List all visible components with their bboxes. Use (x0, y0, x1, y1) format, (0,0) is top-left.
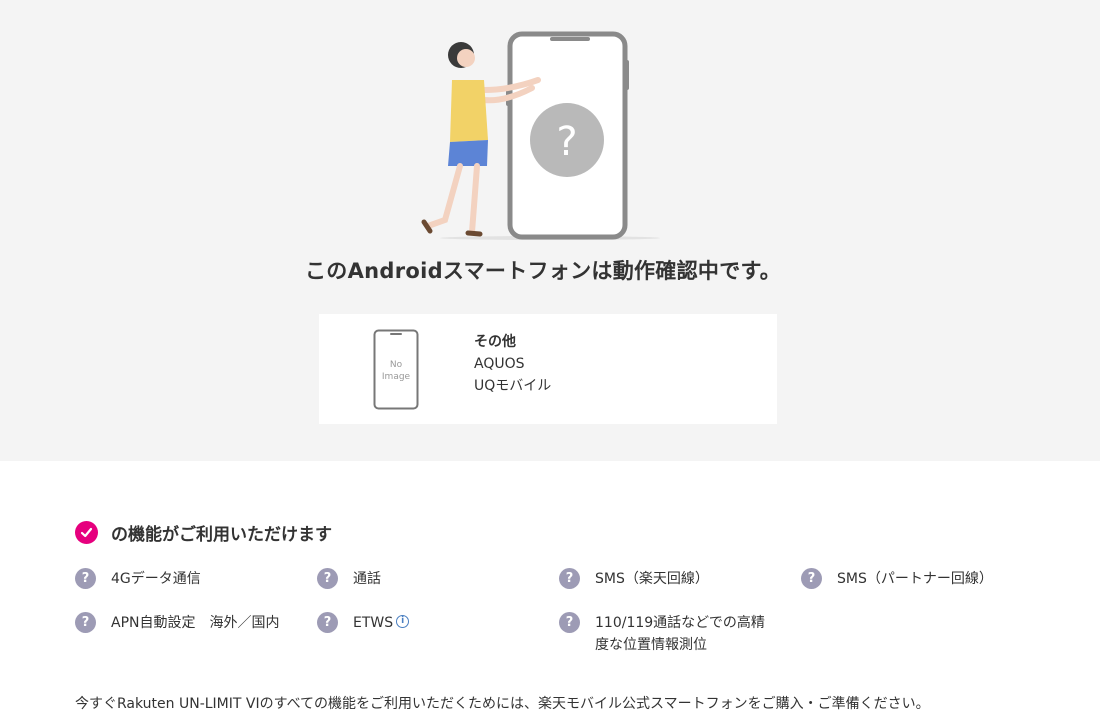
feature-sms-rakuten: ? SMS（楽天回線） (559, 568, 709, 590)
feature-label-line2: 度な位置情報測位 (595, 637, 707, 653)
device-status-hero: ? このAndroidスマートフォンは動作確認中です。 No Image その他… (0, 0, 1100, 461)
features-title: の機能がご利用いただけます (111, 524, 332, 545)
question-icon[interactable]: ? (317, 568, 338, 589)
person-with-phone-illustration: ? (421, 31, 660, 240)
feature-voice-call: ? 通話 (317, 568, 381, 590)
purchase-notice: 今すぐRakuten UN-LIMIT VIのすべての機能をご利用いただくために… (75, 696, 930, 712)
feature-etws: ? ETWS i (317, 612, 410, 634)
feature-label: SMS（パートナー回線） (837, 571, 993, 587)
no-image-label-line2: Image (382, 372, 411, 382)
question-icon[interactable]: ? (559, 612, 580, 633)
check-circle-icon (75, 520, 98, 544)
question-icon[interactable]: ? (801, 568, 822, 589)
feature-4g-data: ? 4Gデータ通信 (75, 568, 201, 590)
feature-location-positioning: ? 110/119通話などでの高精 度な位置情報測位 (559, 612, 765, 656)
feature-label: APN自動設定 海外／国内 (111, 615, 280, 631)
feature-label: ETWS (353, 615, 394, 631)
device-category: その他 (474, 334, 516, 350)
no-image-label-line1: No (390, 360, 403, 370)
question-icon[interactable]: ? (559, 568, 580, 589)
feature-label: 110/119通話などでの高精 度な位置情報測位 (595, 612, 765, 656)
question-mark-glyph: ? (556, 119, 577, 165)
no-image-phone-icon: No Image (373, 329, 419, 410)
question-icon[interactable]: ? (75, 612, 96, 633)
feature-label: 通話 (353, 571, 381, 587)
device-card: No Image その他 AQUOS UQモバイル (319, 314, 777, 424)
question-icon[interactable]: ? (317, 612, 338, 633)
device-carrier: UQモバイル (474, 378, 552, 394)
info-icon[interactable]: i (396, 615, 410, 628)
device-info: その他 AQUOS UQモバイル (474, 331, 551, 397)
features-heading: の機能がご利用いただけます (75, 519, 332, 545)
feature-apn-auto-setting: ? APN自動設定 海外／国内 (75, 612, 280, 634)
feature-sms-partner: ? SMS（パートナー回線） (801, 568, 993, 590)
question-icon[interactable]: ? (75, 568, 96, 589)
feature-label: 4Gデータ通信 (111, 571, 201, 587)
device-model: AQUOS (474, 356, 525, 372)
feature-label-line1: 110/119通話などでの高精 (595, 615, 765, 631)
page-title: このAndroidスマートフォンは動作確認中です。 (304, 259, 782, 283)
feature-label: SMS（楽天回線） (595, 571, 709, 587)
